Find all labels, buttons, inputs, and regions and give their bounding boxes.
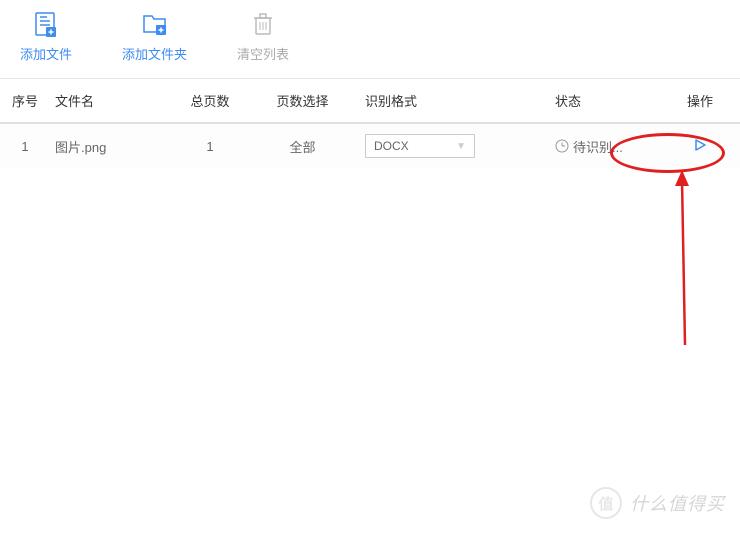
header-status: 状态 (535, 91, 660, 110)
cell-action (660, 138, 740, 155)
clock-icon (555, 139, 569, 153)
add-file-label: 添加文件 (20, 44, 72, 63)
clear-list-button[interactable]: 清空列表 (237, 10, 289, 63)
cell-filename: 图片.png (50, 137, 170, 156)
add-folder-button[interactable]: 添加文件夹 (122, 10, 187, 63)
format-dropdown[interactable]: DOCX ▼ (365, 134, 475, 158)
watermark-text: 什么值得买 (630, 490, 725, 516)
cell-index: 1 (0, 139, 50, 154)
add-file-icon (32, 10, 60, 38)
trash-icon (249, 10, 277, 38)
cell-format: DOCX ▼ (355, 134, 535, 158)
cell-pageselect[interactable]: 全部 (250, 137, 355, 156)
header-filename: 文件名 (50, 91, 170, 110)
add-folder-icon (141, 10, 169, 38)
clear-list-label: 清空列表 (237, 44, 289, 63)
header-totalpages: 总页数 (170, 91, 250, 110)
svg-text:值: 值 (598, 495, 613, 513)
annotation-arrow (670, 170, 710, 353)
cell-totalpages: 1 (170, 139, 250, 154)
header-format: 识别格式 (355, 91, 535, 110)
watermark: 值 什么值得买 (590, 487, 725, 519)
header-action: 操作 (660, 91, 740, 110)
status-text: 待识别... (573, 137, 623, 156)
add-file-button[interactable]: 添加文件 (20, 10, 72, 63)
cell-status: 待识别... (535, 137, 660, 156)
format-value: DOCX (374, 139, 409, 153)
chevron-down-icon: ▼ (456, 141, 466, 152)
watermark-logo-icon: 值 (590, 487, 622, 519)
table-row: 1 图片.png 1 全部 DOCX ▼ 待识别... (0, 124, 740, 168)
table-header-row: 序号 文件名 总页数 页数选择 识别格式 状态 操作 (0, 79, 740, 124)
toolbar: 添加文件 添加文件夹 清空列表 (0, 0, 740, 79)
header-index: 序号 (0, 91, 50, 110)
play-icon[interactable] (693, 138, 707, 155)
add-folder-label: 添加文件夹 (122, 44, 187, 63)
header-pageselect: 页数选择 (250, 91, 355, 110)
